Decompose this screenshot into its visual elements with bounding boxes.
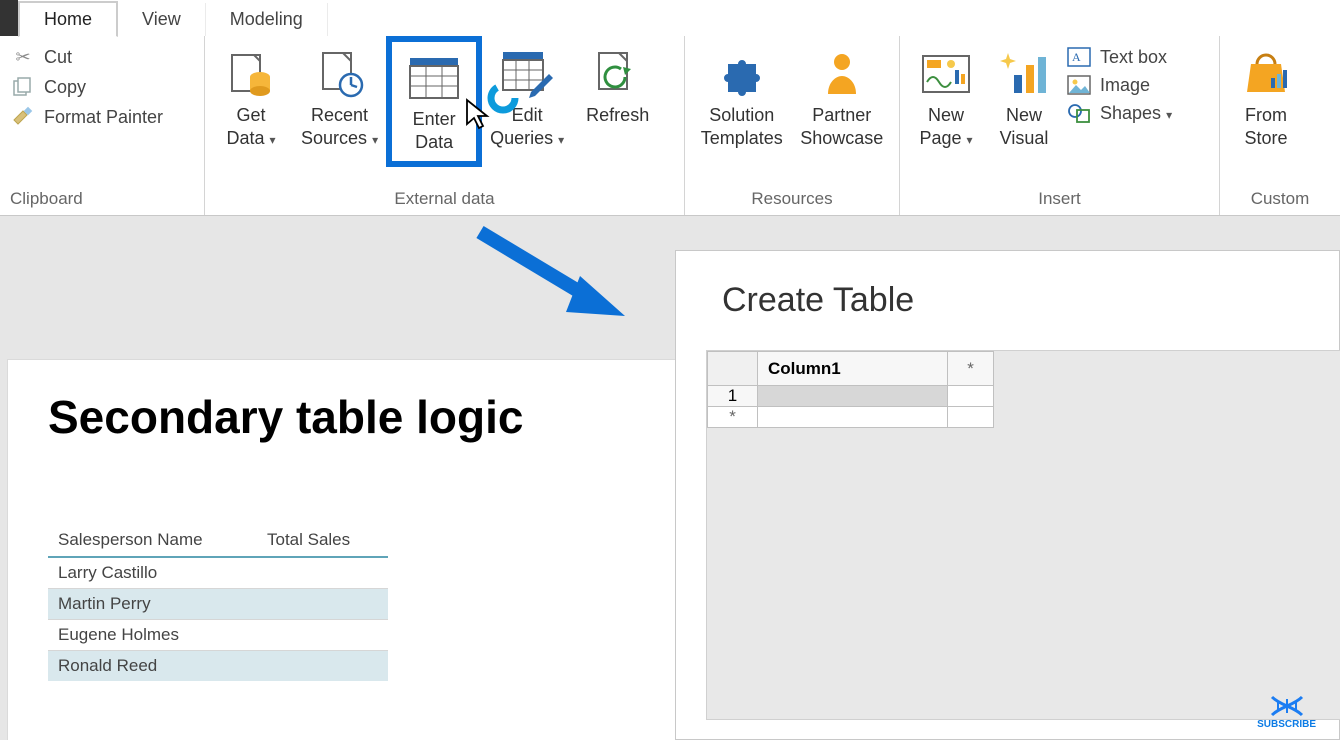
column-header-1[interactable]: Column1: [758, 352, 948, 386]
refresh-button[interactable]: Refresh: [578, 42, 657, 131]
ribbon-group-clipboard: ✂ Cut Copy Format Painter Clipboard: [0, 36, 205, 215]
from-store-button[interactable]: From Store: [1230, 42, 1302, 153]
tab-modeling[interactable]: Modeling: [206, 3, 328, 36]
grid-cell-1-1[interactable]: [758, 386, 948, 407]
row-number-1[interactable]: 1: [708, 386, 758, 407]
col-salesperson[interactable]: Salesperson Name: [48, 524, 257, 557]
custom-group-label: Custom: [1230, 187, 1330, 213]
ribbon: ✂ Cut Copy Format Painter Clipboard: [0, 36, 1340, 216]
image-button[interactable]: Image: [1066, 74, 1172, 96]
shapes-button[interactable]: Shapes ▾: [1066, 102, 1172, 124]
enter-data-label: Enter Data: [413, 108, 456, 153]
shapes-label: Shapes ▾: [1100, 103, 1172, 124]
table-row: Larry Castillo: [48, 557, 388, 589]
new-visual-icon: [996, 46, 1052, 102]
dialog-title: Create Table: [676, 251, 1339, 330]
store-icon: [1238, 46, 1294, 102]
tab-home[interactable]: Home: [18, 1, 118, 37]
grid-cell-blank[interactable]: [948, 386, 994, 407]
cursor-icon: [465, 98, 493, 138]
textbox-icon: A: [1066, 46, 1092, 68]
paintbrush-icon: [10, 106, 36, 128]
image-icon: [1066, 74, 1092, 96]
format-painter-button[interactable]: Format Painter: [10, 106, 163, 128]
clipboard-group-label: Clipboard: [10, 187, 194, 213]
dialog-grid[interactable]: Column1 * 1 *: [706, 350, 1340, 720]
add-column-button[interactable]: *: [948, 352, 994, 386]
annotation-arrow-icon: [470, 220, 630, 330]
recent-sources-button[interactable]: Recent Sources ▾: [293, 42, 386, 153]
format-painter-label: Format Painter: [44, 107, 163, 128]
shapes-icon: [1066, 102, 1092, 124]
subscribe-badge[interactable]: SUBSCRIBE: [1257, 693, 1316, 730]
get-data-icon: [223, 46, 279, 102]
from-store-label: From Store: [1244, 104, 1287, 149]
new-page-icon: [918, 46, 974, 102]
ribbon-group-external-data: Get Data ▾ Recent Sources ▾ Enter Data E…: [205, 36, 685, 215]
get-data-label: Get Data ▾: [226, 104, 275, 149]
external-data-group-label: External data: [215, 187, 674, 213]
col-total-sales[interactable]: Total Sales: [257, 524, 388, 557]
person-icon: [814, 46, 870, 102]
scissors-icon: ✂: [10, 46, 36, 68]
cut-label: Cut: [44, 47, 72, 68]
sales-table[interactable]: Salesperson Name Total Sales Larry Casti…: [48, 524, 388, 681]
solution-templates-label: Solution Templates: [701, 104, 783, 149]
dna-icon: [1257, 693, 1316, 719]
table-row: Eugene Holmes: [48, 620, 388, 651]
tab-view[interactable]: View: [118, 3, 206, 36]
copy-icon: [10, 76, 36, 98]
copy-label: Copy: [44, 77, 86, 98]
add-row-button[interactable]: *: [708, 407, 758, 428]
create-table-dialog: Create Table Column1 * 1 *: [675, 250, 1340, 740]
image-label: Image: [1100, 75, 1150, 96]
partner-showcase-label: Partner Showcase: [800, 104, 883, 149]
grid-cell-blank[interactable]: [758, 407, 948, 428]
svg-text:A: A: [1072, 50, 1081, 64]
text-box-label: Text box: [1100, 47, 1167, 68]
new-page-label: New Page ▾: [919, 104, 972, 149]
report-canvas: Secondary table logic Salesperson Name T…: [8, 360, 678, 740]
copy-button[interactable]: Copy: [10, 76, 163, 98]
grid-corner[interactable]: [708, 352, 758, 386]
new-visual-button[interactable]: New Visual: [988, 42, 1060, 153]
refresh-icon: [590, 46, 646, 102]
partner-showcase-button[interactable]: Partner Showcase: [795, 42, 889, 153]
insert-group-label: Insert: [910, 187, 1209, 213]
refresh-label: Refresh: [586, 104, 649, 127]
cut-button[interactable]: ✂ Cut: [10, 46, 163, 68]
puzzle-icon: [714, 46, 770, 102]
ribbon-group-resources: Solution Templates Partner Showcase Reso…: [685, 36, 900, 215]
recent-sources-label: Recent Sources ▾: [301, 104, 378, 149]
enter-data-icon: [406, 50, 462, 106]
table-row: Ronald Reed: [48, 651, 388, 682]
get-data-button[interactable]: Get Data ▾: [215, 42, 287, 153]
new-page-button[interactable]: New Page ▾: [910, 42, 982, 153]
new-visual-label: New Visual: [1000, 104, 1049, 149]
subscribe-label: SUBSCRIBE: [1257, 719, 1316, 730]
ribbon-tabs: Home View Modeling: [0, 0, 1340, 36]
resources-group-label: Resources: [695, 187, 889, 213]
tab-lead: [0, 0, 18, 36]
recent-sources-icon: [312, 46, 368, 102]
grid-cell-blank[interactable]: [948, 407, 994, 428]
enter-data-button[interactable]: Enter Data: [392, 42, 476, 161]
report-title: Secondary table logic: [48, 390, 638, 444]
text-box-button[interactable]: A Text box: [1066, 46, 1172, 68]
ribbon-group-insert: New Page ▾ New Visual A Text box: [900, 36, 1220, 215]
solution-templates-button[interactable]: Solution Templates: [695, 42, 789, 153]
ribbon-group-custom: From Store Custom: [1220, 36, 1340, 215]
table-row: Martin Perry: [48, 589, 388, 620]
